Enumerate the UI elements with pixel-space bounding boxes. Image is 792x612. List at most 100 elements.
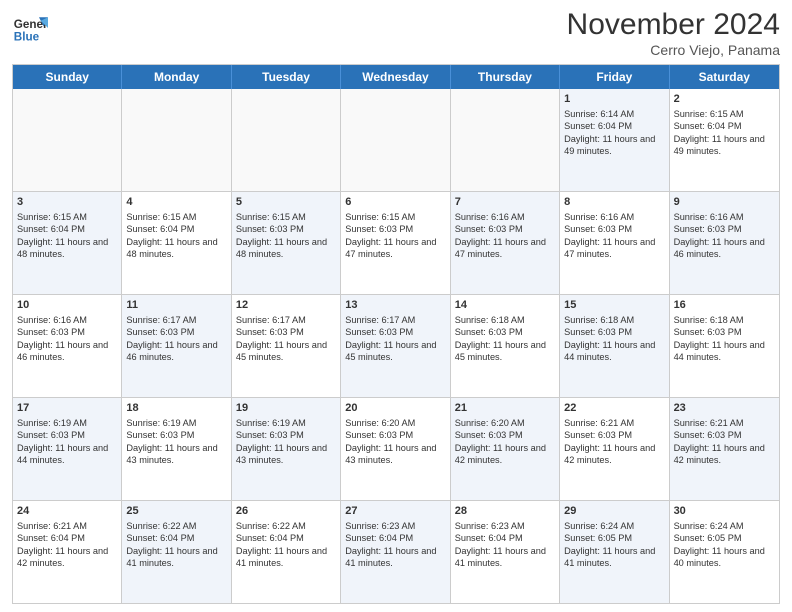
empty-cell	[451, 89, 560, 191]
day-cell-26: 26 Sunrise: 6:22 AM Sunset: 6:04 PM Dayli…	[232, 501, 341, 603]
day-info: Sunrise: 6:24 AM Sunset: 6:05 PM Dayligh…	[674, 521, 765, 568]
day-info: Sunrise: 6:19 AM Sunset: 6:03 PM Dayligh…	[17, 418, 108, 465]
day-info: Sunrise: 6:19 AM Sunset: 6:03 PM Dayligh…	[126, 418, 217, 465]
day-cell-1: 1Sunrise: 6:14 AM Sunset: 6:04 PM Daylig…	[560, 89, 669, 191]
day-number: 22	[564, 401, 664, 416]
day-number: 12	[236, 298, 336, 313]
day-cell-12: 12 Sunrise: 6:17 AM Sunset: 6:03 PM Dayli…	[232, 295, 341, 397]
day-number: 21	[455, 401, 555, 416]
day-number: 19	[236, 401, 336, 416]
day-cell-3: 3Sunrise: 6:15 AM Sunset: 6:04 PM Daylig…	[13, 192, 122, 294]
day-info: Sunrise: 6:20 AM Sunset: 6:03 PM Dayligh…	[345, 418, 436, 465]
day-cell-15: 15Sunrise: 6:18 AM Sunset: 6:03 PM Dayli…	[560, 295, 669, 397]
calendar-body: 1Sunrise: 6:14 AM Sunset: 6:04 PM Daylig…	[13, 89, 779, 603]
day-info: Sunrise: 6:20 AM Sunset: 6:03 PM Dayligh…	[455, 418, 546, 465]
day-info: Sunrise: 6:19 AM Sunset: 6:03 PM Dayligh…	[236, 418, 327, 465]
day-info: Sunrise: 6:16 AM Sunset: 6:03 PM Dayligh…	[564, 212, 655, 259]
day-cell-23: 23Sunrise: 6:21 AM Sunset: 6:03 PM Dayli…	[670, 398, 779, 500]
day-info: Sunrise: 6:18 AM Sunset: 6:03 PM Dayligh…	[455, 315, 546, 362]
day-number: 16	[674, 298, 775, 313]
day-info: Sunrise: 6:24 AM Sunset: 6:05 PM Dayligh…	[564, 521, 655, 568]
day-number: 27	[345, 504, 445, 519]
day-info: Sunrise: 6:23 AM Sunset: 6:04 PM Dayligh…	[455, 521, 546, 568]
empty-cell	[232, 89, 341, 191]
day-number: 6	[345, 195, 445, 210]
day-number: 8	[564, 195, 664, 210]
logo-icon: General Blue	[12, 10, 48, 46]
day-cell-14: 14 Sunrise: 6:18 AM Sunset: 6:03 PM Dayli…	[451, 295, 560, 397]
day-cell-8: 8 Sunrise: 6:16 AM Sunset: 6:03 PM Daylig…	[560, 192, 669, 294]
day-number: 25	[126, 504, 226, 519]
weekday-header-tuesday: Tuesday	[232, 65, 341, 89]
day-number: 29	[564, 504, 664, 519]
day-cell-21: 21 Sunrise: 6:20 AM Sunset: 6:03 PM Dayli…	[451, 398, 560, 500]
day-cell-18: 18Sunrise: 6:19 AM Sunset: 6:03 PM Dayli…	[122, 398, 231, 500]
weekday-header-thursday: Thursday	[451, 65, 560, 89]
empty-cell	[341, 89, 450, 191]
day-info: Sunrise: 6:15 AM Sunset: 6:04 PM Dayligh…	[17, 212, 108, 259]
day-info: Sunrise: 6:21 AM Sunset: 6:03 PM Dayligh…	[564, 418, 655, 465]
day-cell-6: 6 Sunrise: 6:15 AM Sunset: 6:03 PM Daylig…	[341, 192, 450, 294]
day-cell-24: 24 Sunrise: 6:21 AM Sunset: 6:04 PM Dayli…	[13, 501, 122, 603]
day-info: Sunrise: 6:22 AM Sunset: 6:04 PM Dayligh…	[236, 521, 327, 568]
month-title: November 2024	[567, 10, 780, 40]
svg-text:Blue: Blue	[14, 31, 40, 44]
day-number: 4	[126, 195, 226, 210]
calendar-row-1: 1Sunrise: 6:14 AM Sunset: 6:04 PM Daylig…	[13, 89, 779, 191]
calendar-row-5: 24 Sunrise: 6:21 AM Sunset: 6:04 PM Dayli…	[13, 500, 779, 603]
day-cell-13: 13 Sunrise: 6:17 AM Sunset: 6:03 PM Dayli…	[341, 295, 450, 397]
day-number: 11	[126, 298, 226, 313]
weekday-header-wednesday: Wednesday	[341, 65, 450, 89]
empty-cell	[122, 89, 231, 191]
empty-cell	[13, 89, 122, 191]
day-number: 2	[674, 92, 775, 107]
calendar-row-4: 17 Sunrise: 6:19 AM Sunset: 6:03 PM Dayli…	[13, 397, 779, 500]
day-info: Sunrise: 6:18 AM Sunset: 6:03 PM Dayligh…	[674, 315, 765, 362]
day-info: Sunrise: 6:17 AM Sunset: 6:03 PM Dayligh…	[345, 315, 436, 362]
day-info: Sunrise: 6:18 AM Sunset: 6:03 PM Dayligh…	[564, 315, 655, 362]
day-number: 13	[345, 298, 445, 313]
day-cell-7: 7Sunrise: 6:16 AM Sunset: 6:03 PM Daylig…	[451, 192, 560, 294]
day-number: 28	[455, 504, 555, 519]
day-number: 17	[17, 401, 117, 416]
day-cell-28: 28 Sunrise: 6:23 AM Sunset: 6:04 PM Dayli…	[451, 501, 560, 603]
day-cell-27: 27Sunrise: 6:23 AM Sunset: 6:04 PM Dayli…	[341, 501, 450, 603]
day-info: Sunrise: 6:14 AM Sunset: 6:04 PM Dayligh…	[564, 109, 655, 156]
day-info: Sunrise: 6:22 AM Sunset: 6:04 PM Dayligh…	[126, 521, 217, 568]
title-area: November 2024 Cerro Viejo, Panama	[567, 10, 780, 58]
day-cell-16: 16 Sunrise: 6:18 AM Sunset: 6:03 PM Dayli…	[670, 295, 779, 397]
calendar-row-3: 10Sunrise: 6:16 AM Sunset: 6:03 PM Dayli…	[13, 294, 779, 397]
day-cell-17: 17 Sunrise: 6:19 AM Sunset: 6:03 PM Dayli…	[13, 398, 122, 500]
day-cell-10: 10Sunrise: 6:16 AM Sunset: 6:03 PM Dayli…	[13, 295, 122, 397]
day-info: Sunrise: 6:15 AM Sunset: 6:03 PM Dayligh…	[345, 212, 436, 259]
day-cell-30: 30 Sunrise: 6:24 AM Sunset: 6:05 PM Dayli…	[670, 501, 779, 603]
day-info: Sunrise: 6:21 AM Sunset: 6:04 PM Dayligh…	[17, 521, 108, 568]
day-cell-2: 2 Sunrise: 6:15 AM Sunset: 6:04 PM Daylig…	[670, 89, 779, 191]
day-info: Sunrise: 6:15 AM Sunset: 6:04 PM Dayligh…	[126, 212, 217, 259]
day-number: 30	[674, 504, 775, 519]
day-number: 14	[455, 298, 555, 313]
weekday-header-monday: Monday	[122, 65, 231, 89]
day-cell-11: 11Sunrise: 6:17 AM Sunset: 6:03 PM Dayli…	[122, 295, 231, 397]
day-cell-20: 20 Sunrise: 6:20 AM Sunset: 6:03 PM Dayli…	[341, 398, 450, 500]
day-cell-19: 19 Sunrise: 6:19 AM Sunset: 6:03 PM Dayli…	[232, 398, 341, 500]
day-number: 24	[17, 504, 117, 519]
day-info: Sunrise: 6:17 AM Sunset: 6:03 PM Dayligh…	[236, 315, 327, 362]
page: General Blue November 2024 Cerro Viejo, …	[0, 0, 792, 612]
weekday-header-friday: Friday	[560, 65, 669, 89]
day-info: Sunrise: 6:16 AM Sunset: 6:03 PM Dayligh…	[674, 212, 765, 259]
day-number: 9	[674, 195, 775, 210]
logo: General Blue	[12, 10, 48, 46]
location: Cerro Viejo, Panama	[567, 42, 780, 58]
header: General Blue November 2024 Cerro Viejo, …	[12, 10, 780, 58]
day-number: 5	[236, 195, 336, 210]
day-cell-4: 4 Sunrise: 6:15 AM Sunset: 6:04 PM Daylig…	[122, 192, 231, 294]
day-number: 23	[674, 401, 775, 416]
day-number: 26	[236, 504, 336, 519]
day-info: Sunrise: 6:16 AM Sunset: 6:03 PM Dayligh…	[455, 212, 546, 259]
day-number: 10	[17, 298, 117, 313]
calendar-header: SundayMondayTuesdayWednesdayThursdayFrid…	[13, 65, 779, 89]
day-number: 20	[345, 401, 445, 416]
day-info: Sunrise: 6:15 AM Sunset: 6:04 PM Dayligh…	[674, 109, 765, 156]
weekday-header-saturday: Saturday	[670, 65, 779, 89]
